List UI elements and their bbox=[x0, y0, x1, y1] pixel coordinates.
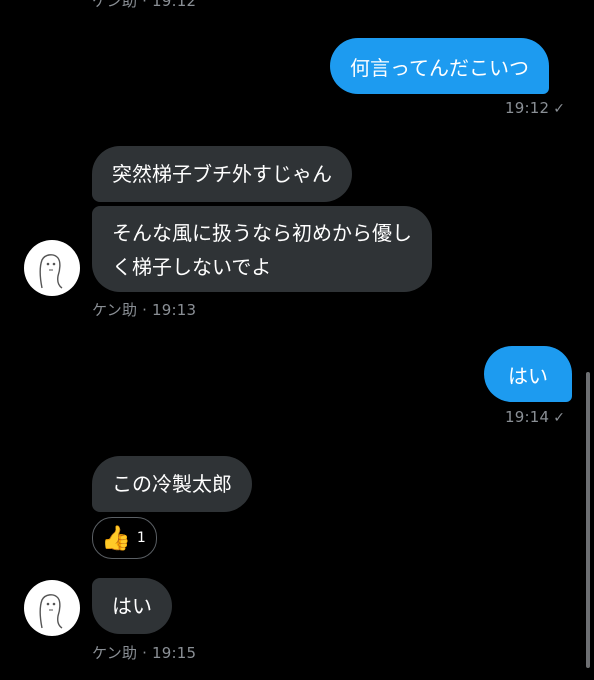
outgoing-message-bubble[interactable]: 何言ってんだこいつ bbox=[330, 38, 549, 94]
message-text: はい bbox=[112, 594, 152, 618]
incoming-message-bubble[interactable]: 突然梯子ブチ外すじゃん bbox=[92, 146, 352, 202]
avatar-icon bbox=[39, 594, 63, 629]
incoming-message-bubble[interactable]: はい bbox=[92, 578, 172, 634]
message-text: はい bbox=[508, 363, 548, 388]
message-text: 突然梯子ブチ外すじゃん bbox=[112, 162, 332, 186]
checkmark-icon: ✓ bbox=[553, 101, 566, 117]
message-meta: ケン助 · 19:13 bbox=[92, 301, 197, 319]
avatar-icon bbox=[39, 254, 63, 289]
message-text: 何言ってんだこいつ bbox=[350, 55, 529, 80]
incoming-message-bubble[interactable]: この冷製太郎 bbox=[92, 456, 252, 512]
message-timestamp: 19:12 ✓ bbox=[505, 99, 566, 117]
incoming-message-bubble[interactable]: そんな風に扱うなら初めから優し く梯子しないでよ bbox=[92, 206, 432, 292]
message-text-line: そんな風に扱うなら初めから優し bbox=[112, 221, 412, 245]
outgoing-message-bubble[interactable]: はい bbox=[484, 346, 572, 402]
thumbs-up-icon: 👍 bbox=[101, 524, 131, 552]
avatar[interactable] bbox=[24, 240, 80, 296]
message-timestamp: 19:14 ✓ bbox=[505, 408, 566, 426]
reaction-count: 1 bbox=[136, 530, 146, 546]
reaction-badge[interactable]: 👍 1 bbox=[92, 517, 157, 559]
checkmark-icon: ✓ bbox=[553, 410, 566, 426]
message-meta-top: ケン助 · 19:12 bbox=[92, 0, 197, 10]
message-text: この冷製太郎 bbox=[112, 472, 232, 496]
message-meta: ケン助 · 19:15 bbox=[92, 644, 197, 662]
avatar[interactable] bbox=[24, 580, 80, 636]
message-text-line: く梯子しないでよ bbox=[112, 255, 272, 279]
scrollbar[interactable] bbox=[586, 372, 590, 668]
